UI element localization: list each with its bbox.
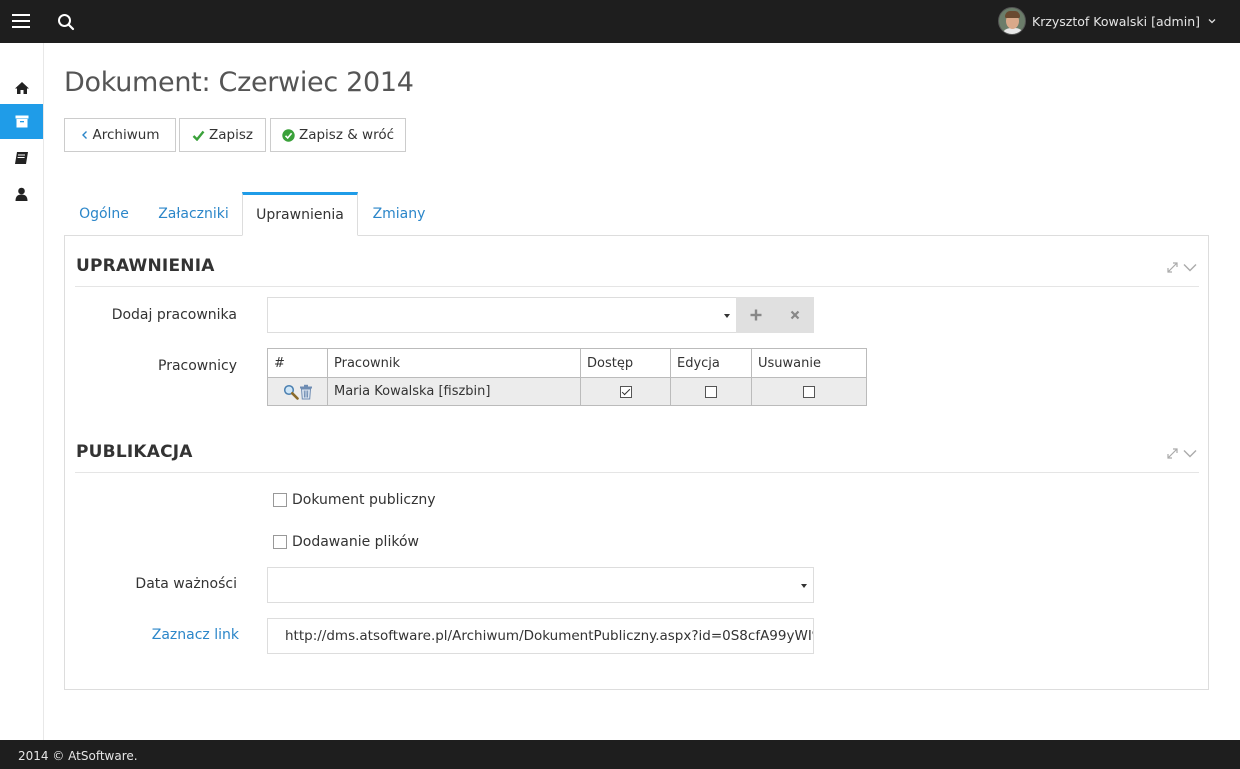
footer: 2014 © AtSoftware. [0,740,1240,769]
column-header: Usuwanie [751,348,867,378]
save-label: Zapisz [209,127,253,143]
sidebar-item-user[interactable] [0,176,43,211]
divider [75,472,1199,473]
access-checkbox[interactable] [619,385,632,398]
table-header-row: # Pracownik Dostęp Edycja Usuwanie [267,348,867,378]
search-icon[interactable] [57,13,75,31]
collapse-chevron-icon[interactable] [1183,447,1197,460]
sidebar-item-archive[interactable] [0,104,43,139]
clear-employee-button[interactable] [775,297,814,333]
column-header: Dostęp [580,348,671,378]
save-return-label: Zapisz & wróć [298,127,395,143]
footer-copyright: 2014 © AtSoftware. [18,749,138,763]
save-button[interactable]: Zapisz [179,118,266,152]
delete-checkbox[interactable] [803,385,815,398]
archive-back-label: Archiwum [92,127,160,143]
book-icon [15,151,28,164]
delete-cell [751,377,867,406]
home-icon [14,81,29,94]
add-employee-select[interactable] [267,297,737,333]
plus-icon [750,309,762,321]
close-icon [790,310,799,320]
user-icon [15,187,28,201]
user-menu[interactable]: Krzysztof Kowalski [admin] [998,6,1216,36]
save-return-button[interactable]: Zapisz & wróć [270,118,406,152]
publication-section-tools [1166,447,1198,461]
magnifier-icon[interactable] [283,384,299,400]
tab-changes[interactable]: Zmiany [358,192,440,236]
checkbox-box[interactable] [273,493,287,507]
divider [75,286,1199,287]
checkbox-box[interactable] [273,535,287,549]
employee-name: Maria Kowalska [fiszbin] [327,377,581,406]
archive-icon [15,115,28,128]
table-row: Maria Kowalska [fiszbin] [267,377,867,406]
check-icon [192,130,205,141]
select-link-button[interactable]: Zaznacz link [65,627,239,643]
edit-cell [670,377,752,406]
publication-section-title: PUBLIKACJA [76,442,193,462]
tab-attachments[interactable]: Załaczniki [145,192,242,236]
permissions-section-tools [1166,261,1198,275]
add-files-checkbox[interactable]: Dodawanie plików [273,534,419,550]
caret-down-icon [724,314,730,318]
column-header: # [267,348,328,378]
collapse-chevron-icon[interactable] [1183,261,1197,274]
archive-back-button[interactable]: Archiwum [64,118,176,152]
expand-icon[interactable] [1166,261,1179,274]
expiry-date-label: Data ważności [135,576,237,592]
permissions-section-title: UPRAWNIENIA [76,256,215,276]
chevron-down-icon [1208,19,1216,24]
public-link-field[interactable]: http://dms.atsoftware.pl/Archiwum/Dokume… [267,618,814,654]
permissions-panel: UPRAWNIENIA Dodaj pracownika Pracownicy … [64,235,1209,690]
edit-checkbox[interactable] [705,385,717,398]
trash-icon[interactable] [299,384,313,400]
chevron-left-icon [81,130,89,140]
add-employee-button[interactable] [736,297,776,333]
column-header: Edycja [670,348,752,378]
page-title: Dokument: Czerwiec 2014 [64,67,414,98]
public-document-label: Dokument publiczny [292,492,436,508]
hamburger-icon[interactable] [12,14,30,28]
expiry-date-select[interactable] [267,567,814,603]
top-bar: Krzysztof Kowalski [admin] [0,0,1240,43]
column-header: Pracownik [327,348,581,378]
expand-icon[interactable] [1166,447,1179,460]
tab-permissions[interactable]: Uprawnienia [242,192,358,236]
public-document-checkbox[interactable]: Dokument publiczny [273,492,436,508]
tab-general[interactable]: Ogólne [64,192,144,236]
add-employee-label: Dodaj pracownika [111,307,237,323]
check-circle-icon [282,128,295,142]
access-cell [580,377,671,406]
sidebar-item-home[interactable] [0,70,43,105]
sidebar-item-books[interactable] [0,140,43,175]
avatar [998,7,1026,35]
employees-table: # Pracownik Dostęp Edycja Usuwanie Maria… [267,348,867,406]
user-name: Krzysztof Kowalski [admin] [1032,13,1200,29]
sidebar [0,43,44,740]
employees-label: Pracownicy [158,358,237,374]
row-actions [267,377,328,406]
add-files-label: Dodawanie plików [292,534,419,550]
caret-down-icon [801,584,807,588]
